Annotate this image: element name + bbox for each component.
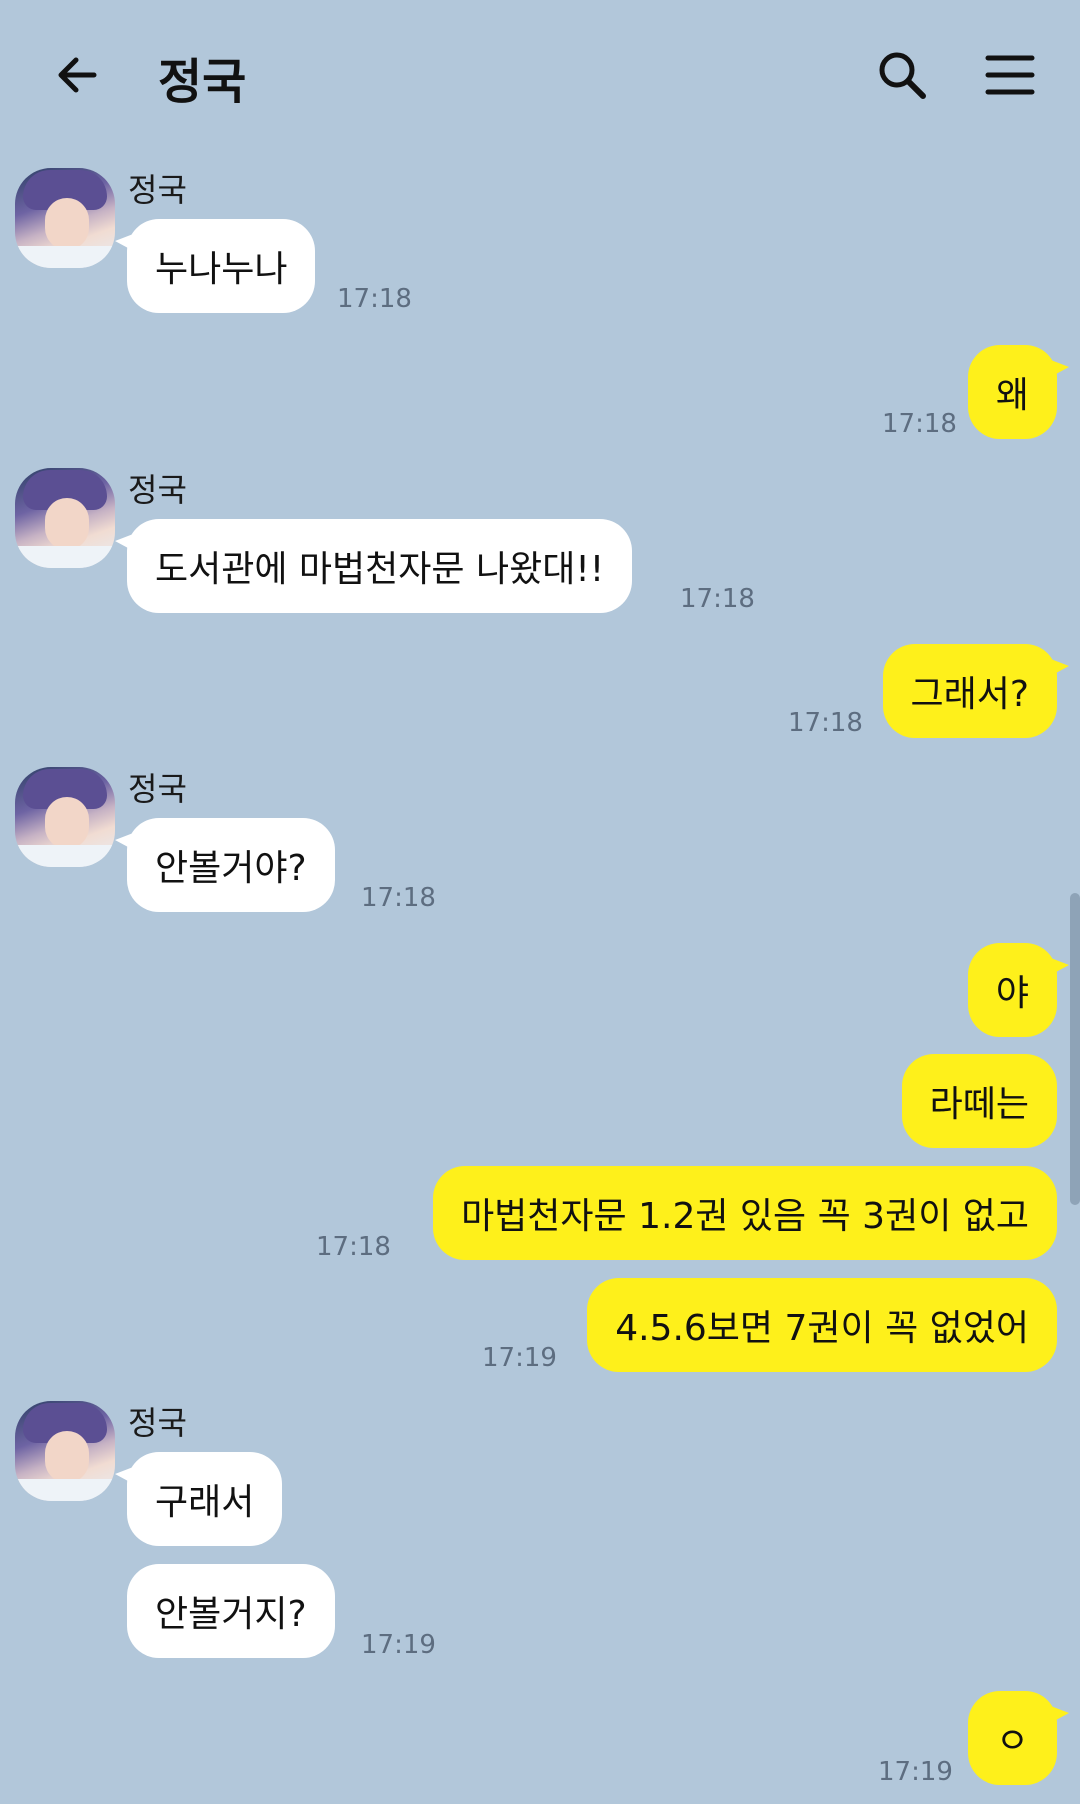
message-text: 도서관에 마법천자문 나왔대!! — [155, 549, 605, 590]
message-bubble[interactable]: 도서관에 마법천자문 나왔대!! — [114, 519, 633, 613]
sender-name: 정국 — [128, 1404, 187, 1442]
sender-name: 정국 — [128, 471, 187, 509]
message-time: 17:18 — [361, 883, 436, 913]
message-bubble[interactable]: ㅇ — [967, 1691, 1070, 1785]
message-text: 왜 — [995, 375, 1029, 416]
message-text: 누나누나 — [155, 249, 288, 290]
message-time: 17:19 — [482, 1343, 557, 1373]
message-text: 4.5.6보면 7권이 꼭 없었어 — [615, 1308, 1029, 1349]
message-text: 그래서? — [910, 674, 1029, 715]
message-text: 마법천자문 1.2권 있음 꼭 3권이 없고 — [461, 1196, 1029, 1237]
message-text: 안볼거지? — [155, 1594, 307, 1635]
avatar[interactable] — [15, 468, 115, 568]
message-time: 17:18 — [337, 284, 412, 314]
message-text: ㅇ — [995, 1721, 1029, 1762]
message-time: 17:18 — [882, 409, 957, 439]
message-list[interactable]: 정국 누나누나 17:18 왜 17:18 정국 도서관에 마법천자문 나왔대!… — [0, 0, 1080, 1804]
message-bubble[interactable]: 안볼거지? — [127, 1564, 335, 1658]
message-time: 17:18 — [680, 584, 755, 614]
message-text: 라떼는 — [929, 1084, 1029, 1125]
scrollbar[interactable] — [1070, 893, 1080, 1205]
message-bubble[interactable]: 마법천자문 1.2권 있음 꼭 3권이 없고 — [433, 1166, 1057, 1260]
message-bubble[interactable]: 그래서? — [882, 644, 1070, 738]
message-text: 안볼거야? — [155, 848, 307, 889]
message-bubble[interactable]: 야 — [967, 943, 1070, 1037]
message-bubble[interactable]: 구래서 — [114, 1452, 283, 1546]
message-text: 야 — [995, 973, 1029, 1014]
message-bubble[interactable]: 왜 — [967, 345, 1070, 439]
message-bubble[interactable]: 안볼거야? — [115, 818, 335, 912]
sender-name: 정국 — [128, 770, 187, 808]
message-time: 17:19 — [878, 1757, 953, 1787]
message-time: 17:19 — [361, 1630, 436, 1660]
message-bubble[interactable]: 누나누나 — [114, 219, 316, 313]
avatar[interactable] — [15, 767, 115, 867]
avatar[interactable] — [15, 1401, 115, 1501]
message-bubble[interactable]: 라떼는 — [901, 1054, 1057, 1148]
avatar[interactable] — [15, 168, 115, 268]
message-time: 17:18 — [788, 708, 863, 738]
sender-name: 정국 — [128, 171, 187, 209]
message-bubble[interactable]: 4.5.6보면 7권이 꼭 없었어 — [587, 1278, 1057, 1372]
message-time: 17:18 — [316, 1232, 391, 1262]
message-text: 구래서 — [155, 1482, 255, 1523]
